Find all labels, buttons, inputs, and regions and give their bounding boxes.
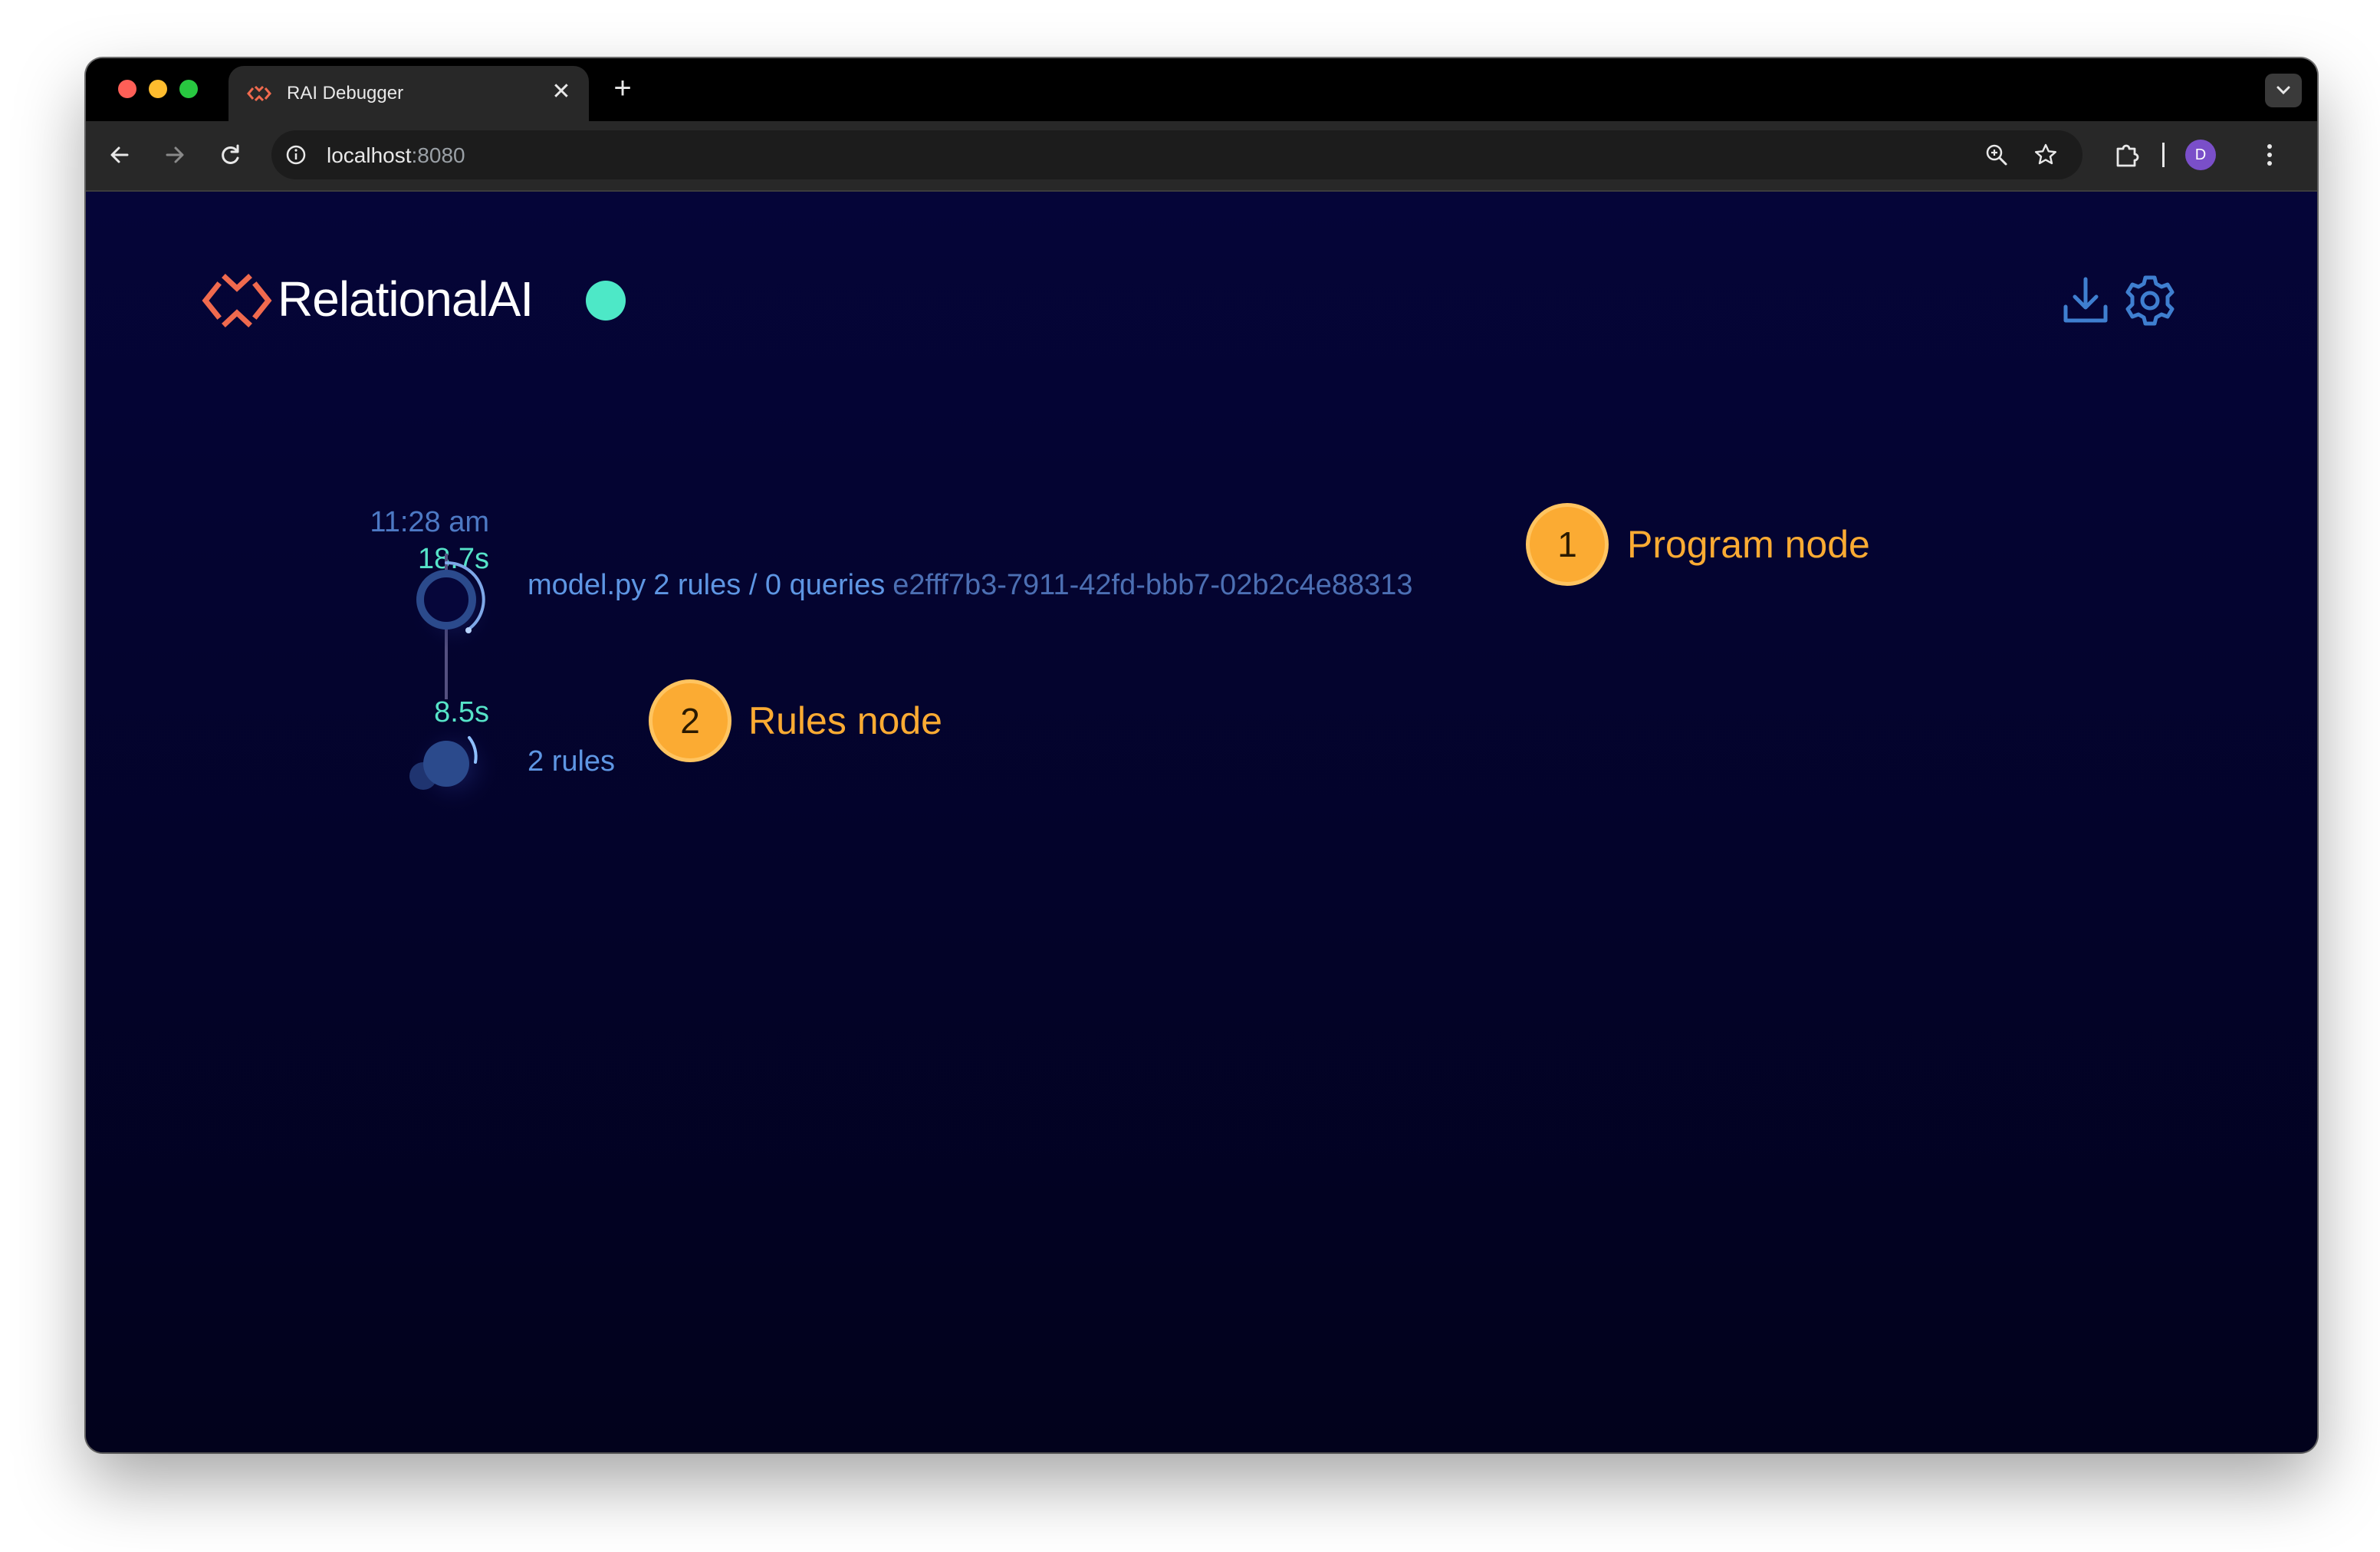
url-text: localhost:8080 [327, 143, 465, 168]
url-host: localhost [327, 143, 412, 167]
toolbar-divider [2162, 143, 2165, 167]
program-start-time: 11:28 am [370, 506, 489, 538]
browser-toolbar: localhost:8080 D [86, 121, 2317, 192]
callout-badge-rules: 2 [649, 679, 731, 762]
program-file-name: model.py [528, 569, 646, 601]
browser-tab[interactable]: RAI Debugger ✕ [228, 66, 589, 121]
gear-icon[interactable] [2122, 273, 2178, 328]
close-window-button[interactable] [118, 80, 136, 98]
rules-node-label[interactable]: 2 rules [528, 744, 615, 779]
forward-icon[interactable] [159, 140, 190, 170]
info-icon[interactable] [284, 143, 308, 167]
zoom-icon[interactable] [1983, 141, 2010, 169]
maximize-window-button[interactable] [179, 80, 198, 98]
program-node-icon[interactable] [400, 552, 500, 652]
tab-search-button[interactable] [2265, 74, 2302, 107]
program-node-row[interactable]: model.py 2 rules / 0 queries e2fff7b3-7911… [528, 567, 1413, 603]
callout-label-program: Program node [1627, 523, 1870, 566]
tab-title: RAI Debugger [287, 83, 404, 104]
download-icon[interactable] [2059, 275, 2112, 327]
back-icon[interactable] [104, 140, 135, 170]
program-id: e2fff7b3-7911-42fd-bbb7-02b2c4e88313 [893, 569, 1413, 601]
profile-avatar[interactable]: D [2185, 140, 2216, 170]
brand-name: RelationalAI [278, 271, 534, 327]
new-tab-icon[interactable]: + [607, 73, 638, 104]
url-port: :8080 [411, 143, 465, 167]
tab-strip: RAI Debugger ✕ + [86, 58, 2317, 121]
tab-search-icon [2276, 86, 2290, 95]
callout-badge-program: 1 [1526, 503, 1609, 586]
address-bar[interactable]: localhost:8080 [271, 130, 2082, 179]
extensions-icon[interactable] [2110, 138, 2144, 172]
callout-label-rules: Rules node [748, 699, 942, 742]
minimize-window-button[interactable] [149, 80, 167, 98]
star-icon[interactable] [2032, 141, 2059, 169]
program-stats: 2 rules / 0 queries [653, 569, 886, 601]
reload-icon[interactable] [215, 140, 245, 170]
relationalai-favicon-icon [247, 85, 271, 102]
browser-window: RAI Debugger ✕ + localhost:8080 D Relati… [86, 58, 2317, 1452]
tab-close-icon[interactable]: ✕ [549, 80, 574, 104]
relationalai-logo-icon [202, 274, 272, 327]
debugger-app: RelationalAI 11:28 am 18.7s 8.5s model.p… [86, 192, 2317, 1452]
connection-status-indicator [586, 281, 626, 321]
kebab-menu-icon[interactable] [2260, 140, 2279, 170]
rules-node-icon[interactable] [385, 724, 508, 816]
